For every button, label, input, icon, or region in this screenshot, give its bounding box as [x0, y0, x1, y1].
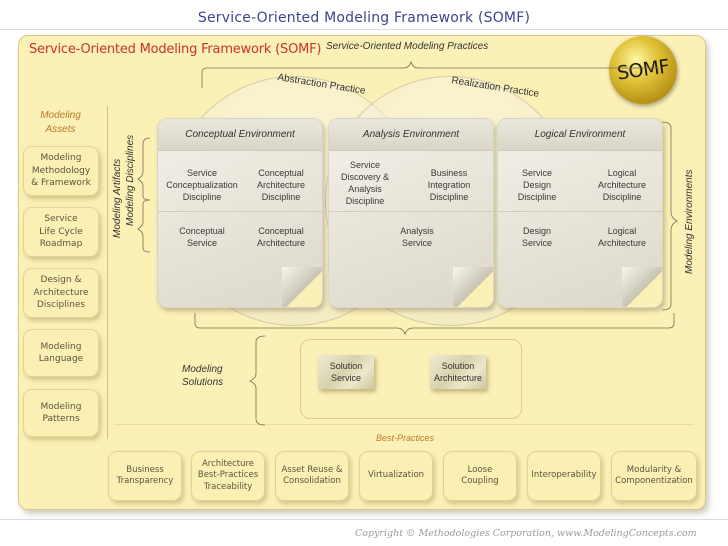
page-title: Service-Oriented Modeling Framework (SOM…: [197, 10, 531, 26]
top-divider: [0, 29, 728, 30]
environments-bottom-brace: [194, 313, 675, 336]
artifacts-brace: [137, 199, 151, 253]
environments-right-brace: [661, 121, 678, 311]
copyright-text: Copyright © Methodologies Corporation, w…: [355, 528, 697, 539]
braces-overlay: [137, 60, 678, 426]
disciplines-brace: [137, 137, 151, 201]
bottom-divider: [0, 519, 728, 520]
somf-diagram-panel: Service-Oriented Modeling Framework (SOM…: [18, 35, 706, 510]
practices-brace: [201, 60, 659, 88]
solutions-brace: [249, 335, 266, 426]
